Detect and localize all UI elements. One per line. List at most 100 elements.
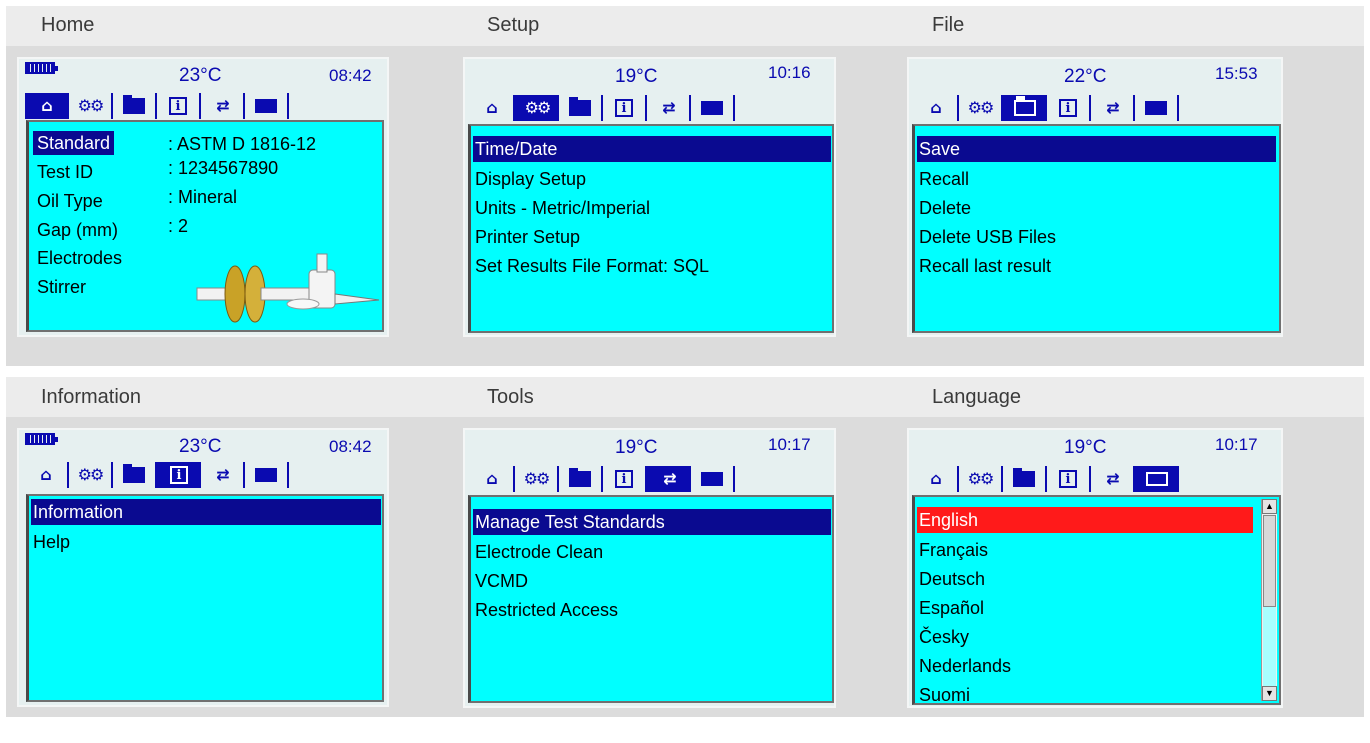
row-value-test-id: : 1234567890 [168,158,279,178]
home-icon: ⌂ [930,98,942,117]
scroll-down-arrow-icon[interactable]: ▼ [1262,686,1277,701]
row-key-electrodes[interactable]: Electrodes [37,248,122,269]
scroll-thumb[interactable] [1263,515,1276,607]
tools-screen: 19°C 10:17 ⌂ ⚙⚙ i ⇄ Manage Test Standard… [463,428,836,708]
row-key-stirrer[interactable]: Stirrer [37,277,86,298]
tab-file[interactable] [559,466,603,492]
tab-home[interactable]: ⌂ [915,466,959,492]
menu-item-printer-setup[interactable]: Printer Setup [473,224,580,250]
language-item-cesky[interactable]: Česky [917,624,969,650]
folder-icon [123,464,145,483]
home-icon: ⌂ [486,469,498,488]
tab-home[interactable]: ⌂ [471,466,515,492]
tab-tools[interactable]: ⇄ [647,466,691,492]
tab-tools[interactable]: ⇄ [647,95,691,121]
gears-icon: ⚙⚙ [523,469,551,488]
tab-home[interactable]: ⌂ [25,462,69,488]
tab-setup[interactable]: ⚙⚙ [515,95,559,121]
tab-file[interactable] [113,93,157,119]
tab-setup[interactable]: ⚙⚙ [69,462,113,488]
tab-tools[interactable]: ⇄ [201,93,245,119]
tab-home[interactable]: ⌂ [915,95,959,121]
tab-information[interactable]: i [1047,95,1091,121]
row-key-standard[interactable]: Standard [33,131,115,155]
tab-information[interactable]: i [1047,466,1091,492]
file-screen: 22°C 15:53 ⌂ ⚙⚙ i ⇄ Save Recall Delete D… [907,57,1283,337]
tab-file[interactable] [113,462,157,488]
scroll-up-arrow-icon[interactable]: ▲ [1262,499,1277,514]
section-label-setup: Setup [487,14,540,36]
row-key-oil-type[interactable]: Oil Type [37,191,103,212]
menu-item-information[interactable]: Information [31,499,381,525]
tab-information[interactable]: i [603,466,647,492]
tab-file[interactable] [1003,466,1047,492]
tab-tools[interactable]: ⇄ [1091,466,1135,492]
tab-home[interactable]: ⌂ [471,95,515,121]
menu-item-display-setup[interactable]: Display Setup [473,166,586,192]
tab-language[interactable] [1135,466,1179,492]
menu-item-vcmd[interactable]: VCMD [473,568,528,594]
menu-item-delete-usb[interactable]: Delete USB Files [917,224,1056,250]
tab-language[interactable] [245,462,289,488]
tab-language[interactable] [245,93,289,119]
clock-readout: 10:17 [1215,435,1258,454]
home-icon: ⌂ [486,98,498,117]
tools-icon: ⇄ [1106,98,1119,117]
menu-item-delete[interactable]: Delete [917,195,971,221]
language-item-english[interactable]: English [917,507,1253,533]
tab-tools[interactable]: ⇄ [201,462,245,488]
row-key-test-id[interactable]: Test ID [37,162,93,183]
tab-language[interactable] [691,95,735,121]
language-item-suomi[interactable]: Suomi [917,682,970,703]
menu-item-recall[interactable]: Recall [917,166,969,192]
tab-language[interactable] [691,466,735,492]
section-label-home: Home [41,14,95,36]
row-value-standard: : ASTM D 1816-12 [168,134,317,154]
tab-setup[interactable]: ⚙⚙ [515,466,559,492]
temperature-readout: 19°C [615,66,658,87]
home-icon: ⌂ [41,96,53,115]
menu-item-units[interactable]: Units - Metric/Imperial [473,195,650,221]
setup-screen: 19°C 10:16 ⌂ ⚙⚙ i ⇄ Time/Date Display Se… [463,57,836,337]
language-item-francais[interactable]: Français [917,537,988,563]
tab-setup[interactable]: ⚙⚙ [959,466,1003,492]
tab-information[interactable]: i [157,93,201,119]
section-label-information: Information [41,386,142,408]
row-key-gap[interactable]: Gap (mm) [37,220,118,241]
tab-home[interactable]: ⌂ [25,93,69,119]
file-panel: Save Recall Delete Delete USB Files Reca… [912,124,1281,333]
tab-setup[interactable]: ⚙⚙ [959,95,1003,121]
info-icon: i [1059,99,1077,117]
tab-language[interactable] [1135,95,1179,121]
flag-icon [701,101,723,115]
menu-item-help[interactable]: Help [31,529,70,555]
menu-item-recall-last[interactable]: Recall last result [917,253,1051,279]
language-item-nederlands[interactable]: Nederlands [917,653,1011,679]
gears-icon: ⚙⚙ [77,96,105,115]
menu-item-time-date[interactable]: Time/Date [473,136,831,162]
tools-icon: ⇄ [216,465,229,484]
clock-readout: 08:42 [329,66,372,85]
language-item-deutsch[interactable]: Deutsch [917,566,985,592]
tab-file[interactable] [1003,95,1047,121]
folder-icon [1014,96,1036,116]
scroll-track[interactable] [1263,607,1276,687]
tab-information[interactable]: i [603,95,647,121]
menu-item-results-format[interactable]: Set Results File Format: SQL [473,253,709,279]
tab-information[interactable]: i [157,462,201,488]
menu-item-save[interactable]: Save [917,136,1276,162]
menu-item-electrode-clean[interactable]: Electrode Clean [473,539,603,565]
language-item-espanol[interactable]: Español [917,595,984,621]
tab-file[interactable] [559,95,603,121]
tab-tools[interactable]: ⇄ [1091,95,1135,121]
tools-icon: ⇄ [662,98,675,117]
menu-item-restricted-access[interactable]: Restricted Access [473,597,618,623]
clock-readout: 08:42 [329,437,372,456]
folder-icon [569,97,591,116]
language-scrollbar[interactable]: ▲ ▼ [1261,499,1277,701]
menu-item-manage-standards[interactable]: Manage Test Standards [473,509,831,535]
flag-icon [701,472,723,486]
tab-setup[interactable]: ⚙⚙ [69,93,113,119]
battery-icon [25,433,58,445]
tools-icon: ⇄ [216,96,229,115]
